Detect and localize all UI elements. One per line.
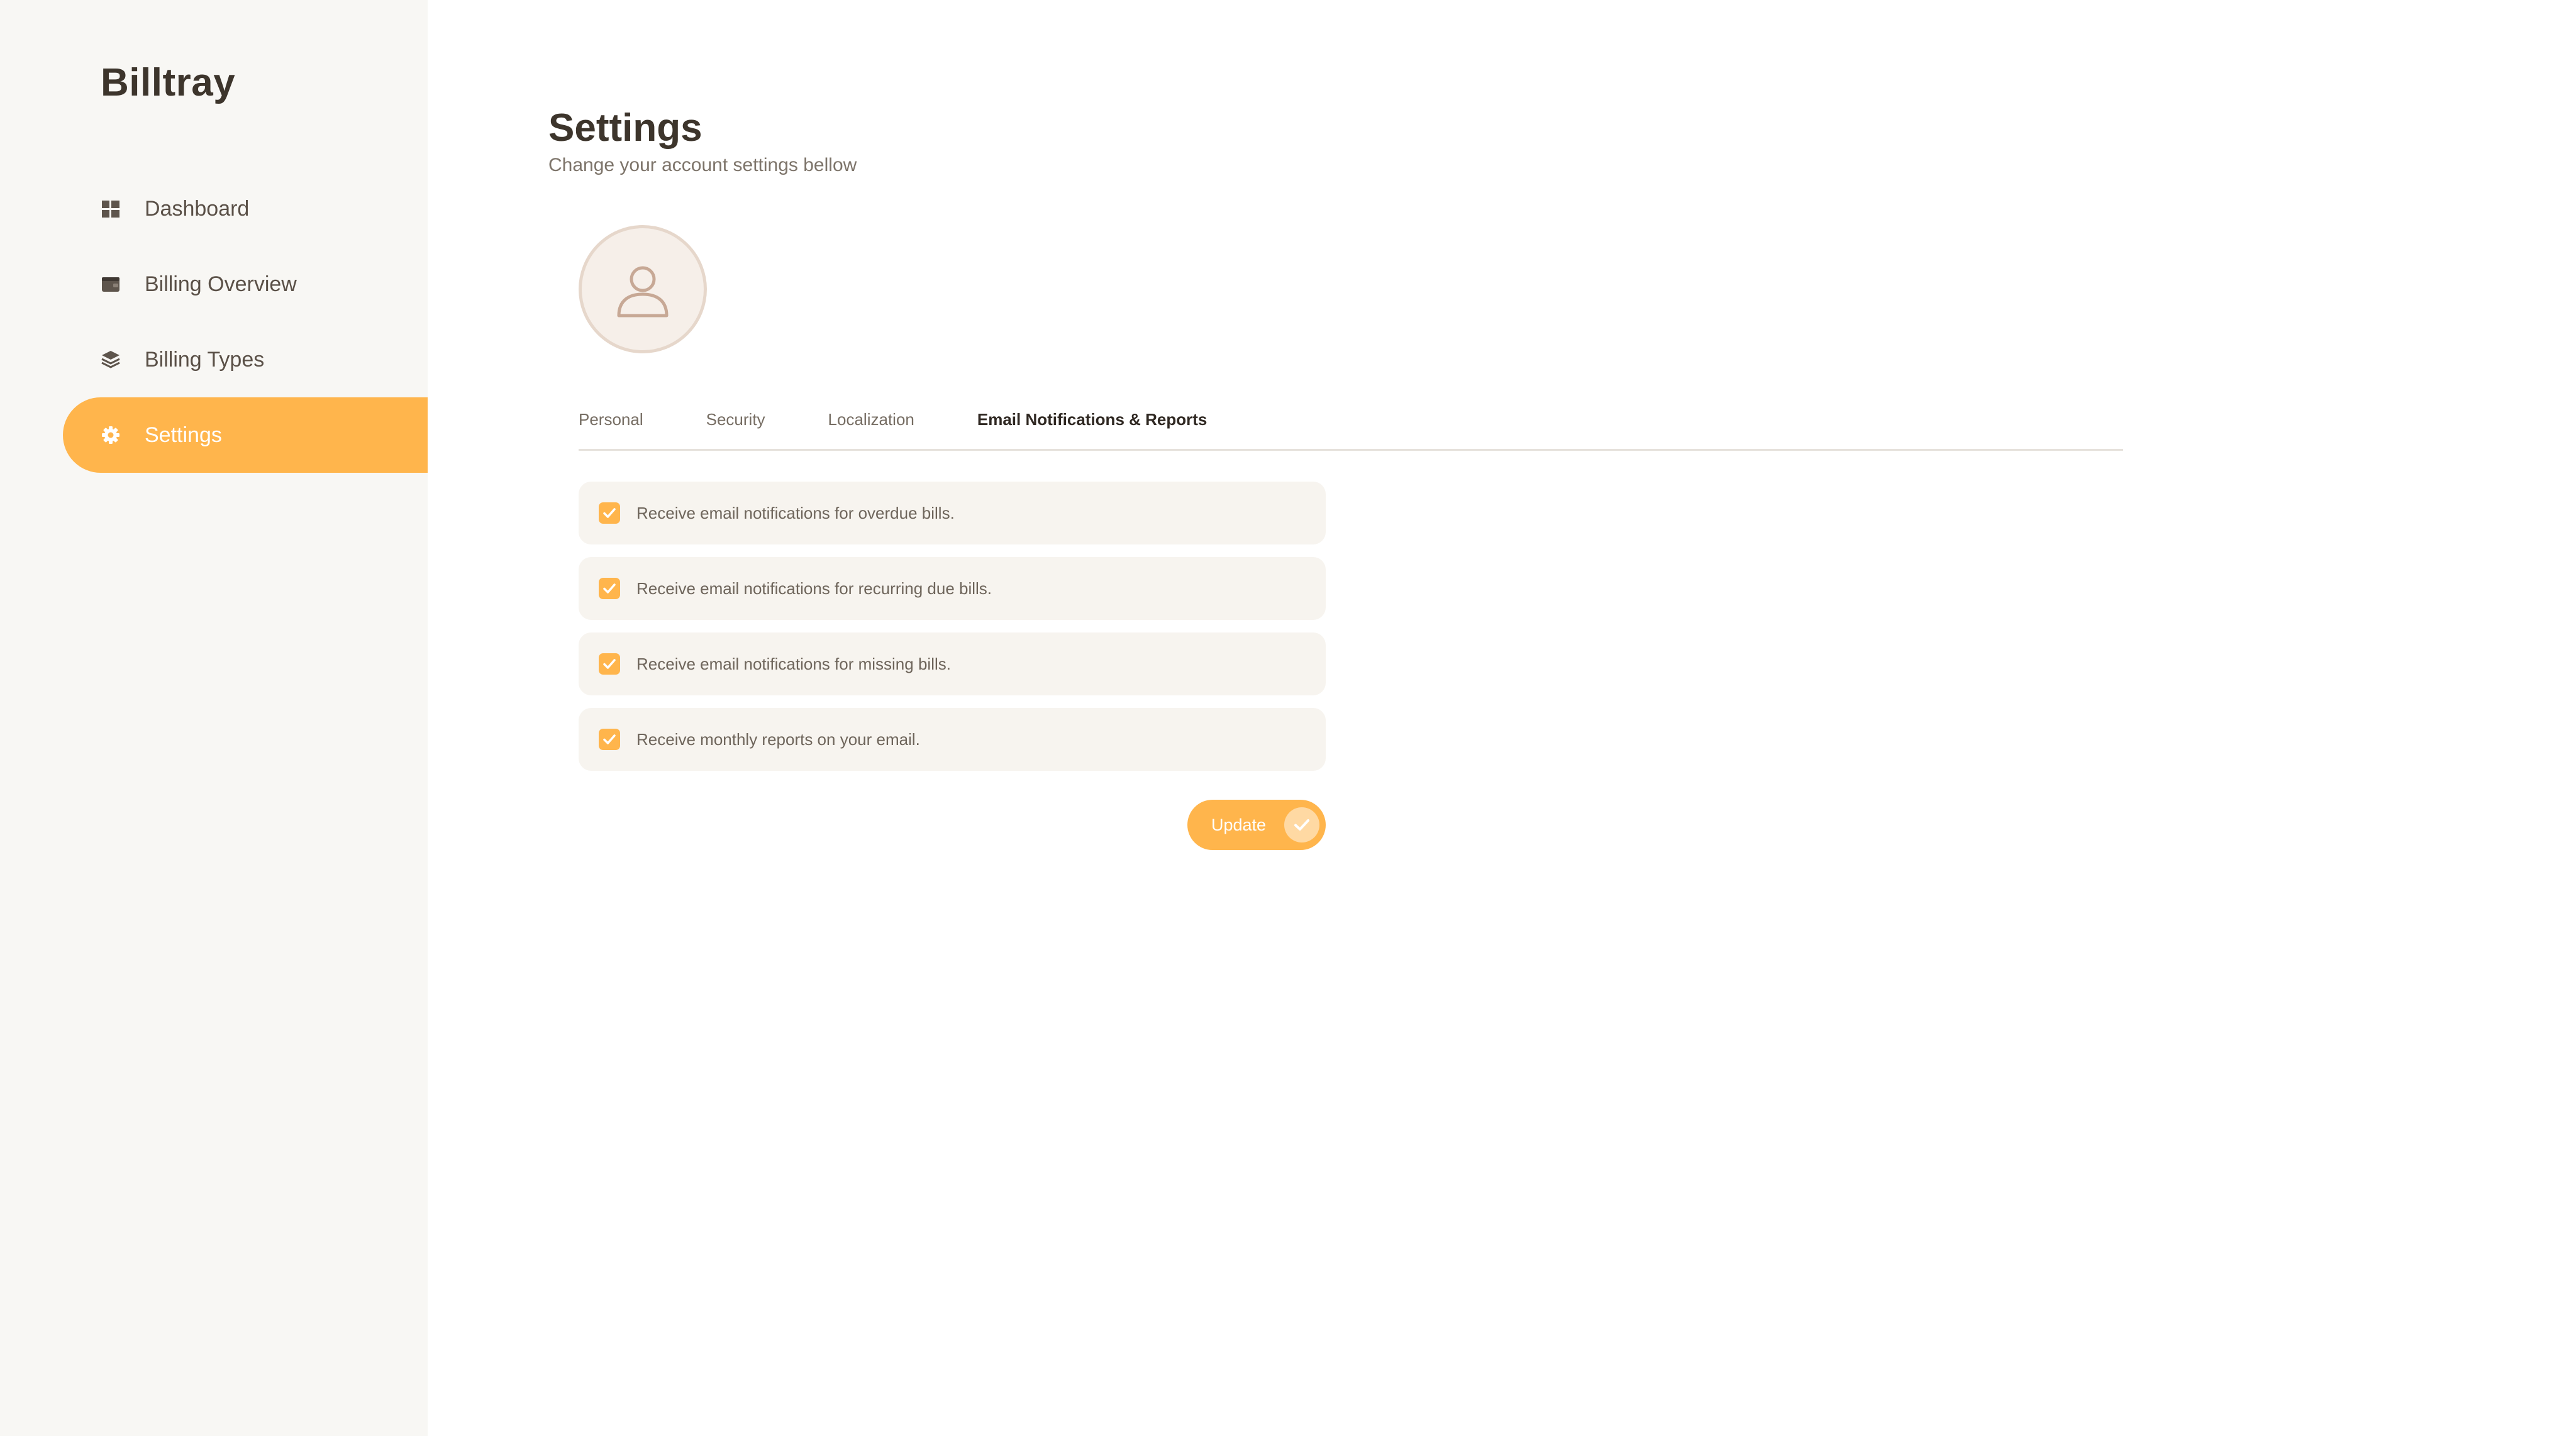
wallet-icon — [101, 274, 121, 294]
main-content: Settings Change your account settings be… — [548, 0, 2435, 1436]
option-missing-bills: Receive email notifications for missing … — [579, 632, 1326, 695]
check-icon — [603, 734, 616, 744]
sidebar-item-label: Billing Types — [145, 347, 265, 372]
tab-security[interactable]: Security — [706, 410, 765, 429]
checkbox-recurring-due-bills[interactable] — [599, 578, 620, 599]
check-circle-icon — [1284, 807, 1319, 842]
notification-options: Receive email notifications for overdue … — [579, 482, 1326, 783]
check-icon — [603, 583, 616, 594]
sidebar-item-label: Settings — [145, 423, 222, 447]
option-label: Receive monthly reports on your email. — [636, 729, 920, 749]
update-button[interactable]: Update — [1187, 800, 1326, 850]
checkbox-monthly-reports[interactable] — [599, 729, 620, 750]
option-label: Receive email notifications for overdue … — [636, 503, 955, 522]
option-label: Receive email notifications for recurrin… — [636, 578, 992, 598]
tab-localization[interactable]: Localization — [828, 410, 914, 429]
option-overdue-bills: Receive email notifications for overdue … — [579, 482, 1326, 544]
sidebar-nav: Dashboard Billing Overview Billing Types… — [63, 171, 428, 473]
checkbox-overdue-bills[interactable] — [599, 502, 620, 524]
check-icon — [603, 659, 616, 669]
avatar[interactable] — [579, 225, 707, 353]
sidebar-item-label: Dashboard — [145, 196, 250, 221]
update-button-label: Update — [1211, 815, 1267, 834]
option-recurring-due-bills: Receive email notifications for recurrin… — [579, 557, 1326, 620]
sidebar: Billtray Dashboard Billing Overview Bill… — [0, 0, 428, 1436]
gear-icon — [101, 425, 121, 445]
sidebar-item-billing-types[interactable]: Billing Types — [63, 322, 428, 397]
tab-personal[interactable]: Personal — [579, 410, 643, 429]
settings-tabs: Personal Security Localization Email Not… — [579, 410, 2123, 451]
check-icon — [603, 508, 616, 518]
sidebar-item-label: Billing Overview — [145, 272, 297, 296]
sidebar-item-dashboard[interactable]: Dashboard — [63, 171, 428, 246]
page-title: Settings — [548, 106, 702, 150]
user-icon — [617, 266, 669, 318]
grid-icon — [101, 199, 121, 219]
option-label: Receive email notifications for missing … — [636, 654, 951, 673]
option-monthly-reports: Receive monthly reports on your email. — [579, 708, 1326, 771]
sidebar-item-billing-overview[interactable]: Billing Overview — [63, 246, 428, 322]
checkbox-missing-bills[interactable] — [599, 653, 620, 675]
brand-logo[interactable]: Billtray — [101, 60, 235, 105]
page-subtitle: Change your account settings bellow — [548, 155, 857, 175]
tab-email-notifications-reports[interactable]: Email Notifications & Reports — [977, 410, 1208, 429]
layers-icon — [101, 350, 121, 370]
sidebar-item-settings[interactable]: Settings — [63, 397, 428, 473]
